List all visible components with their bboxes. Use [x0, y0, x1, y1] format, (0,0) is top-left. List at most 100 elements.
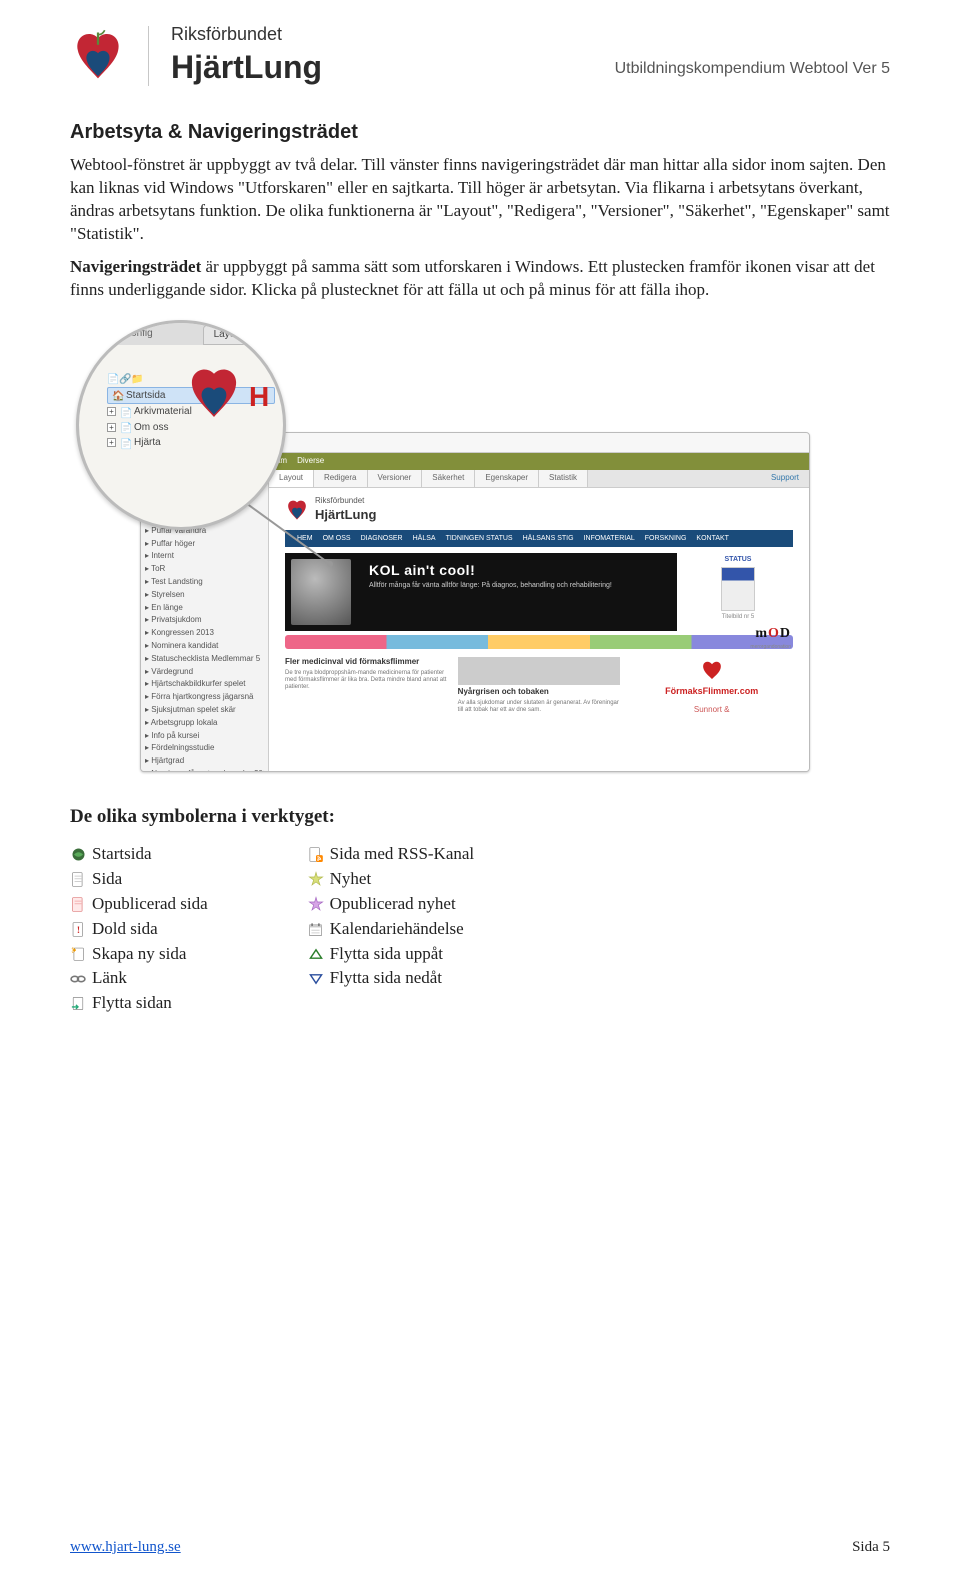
tab-versioner[interactable]: Versioner: [368, 470, 423, 487]
support-link[interactable]: Support: [761, 470, 809, 487]
rss-icon: [308, 846, 324, 862]
symbol-label: Opublicerad nyhet: [330, 893, 456, 916]
hero-subtitle: Alltför många får vänta alltför länge: P…: [369, 582, 665, 590]
toolbar-icon: 📄: [107, 373, 117, 383]
hero-main: KOL ain't cool! Alltför många får vänta …: [285, 553, 677, 631]
sidebar-row[interactable]: ▸ Fördelningsstudie: [145, 742, 264, 755]
symbol-list-right: Sida med RSS-KanalNyhetOpublicerad nyhet…: [308, 842, 475, 1017]
upp-icon: [308, 946, 324, 962]
section-heading-symboler: De olika symbolerna i verktyget:: [70, 804, 890, 830]
magazine-thumb: [721, 567, 755, 611]
symbol-item-dold_sida: ! Dold sida: [70, 917, 208, 942]
symbol-item-nyhet: Nyhet: [308, 867, 475, 892]
nav-item[interactable]: KONTAKT: [696, 534, 729, 543]
symbol-label: Skapa ny sida: [92, 943, 186, 966]
sidebar-row[interactable]: ▸ Värdegrund: [145, 666, 264, 679]
hjartlung-logo-icon: [70, 28, 126, 84]
nav-item[interactable]: DIAGNOSER: [361, 534, 403, 543]
home-icon: 🏠: [112, 390, 122, 400]
zoom-body-logo-icon: [184, 363, 244, 423]
symbol-item-ned: Flytta sida nedåt: [308, 966, 475, 991]
workspace-tabs: Layout Redigera Versioner Säkerhet Egens…: [269, 470, 809, 488]
symbol-item-upp: Flytta sida uppåt: [308, 942, 475, 967]
symbol-item-sida: Sida: [70, 867, 208, 892]
col-2: Nyårgrisen och tobaken Av alla sjukdomar…: [458, 657, 621, 716]
sidebar-row[interactable]: ▸ Privatsjukdom: [145, 614, 264, 627]
symbol-item-rss: Sida med RSS-Kanal: [308, 842, 475, 867]
symbol-list-left: StartsidaSidaOpublicerad sida! Dold sidaS…: [70, 842, 208, 1017]
expand-icon[interactable]: +: [107, 438, 116, 447]
sidebar-row[interactable]: ▸ Arbetsgrupp lokala: [145, 717, 264, 730]
nav-lead: Navigeringsträdet: [70, 257, 201, 276]
symbol-label: Startsida: [92, 843, 152, 866]
col2-image: [458, 657, 621, 685]
sidebar-row[interactable]: ▸ Kongressen 2013: [145, 627, 264, 640]
footer-page-number: Sida 5: [852, 1537, 890, 1557]
col-1: Fler medicinval vid förmaksflimmer De tr…: [285, 657, 448, 716]
zoom-truncated-H: H: [249, 378, 269, 416]
sidebar-row[interactable]: ▸ Sjuksjutman spelet skär: [145, 704, 264, 717]
opub_nyhet-icon: [308, 896, 324, 912]
tab-sakerhet[interactable]: Säkerhet: [422, 470, 475, 487]
section-heading-arbetsyta: Arbetsyta & Navigeringsträdet: [70, 119, 890, 146]
skapa-icon: [70, 946, 86, 962]
sidebar-row[interactable]: ▸ Test Landsting: [145, 576, 264, 589]
symbol-item-startsida: Startsida: [70, 842, 208, 867]
zoom-tab-layout: Layout Re: [203, 325, 273, 345]
page-footer: www.hjart-lung.se Sida 5: [70, 1537, 890, 1557]
menu-item[interactable]: Diverse: [297, 456, 324, 467]
hero-title: KOL ain't cool!: [369, 561, 665, 580]
svg-text:!: !: [76, 924, 79, 935]
document-title: Utbildningskompendium Webtool Ver 5: [615, 58, 890, 80]
expand-icon[interactable]: +: [107, 407, 116, 416]
sidebar-row[interactable]: ▸ Info på kursei: [145, 730, 264, 743]
sidebar-row[interactable]: ▸ Styrelsen: [145, 589, 264, 602]
ned-icon: [308, 971, 324, 987]
symbol-item-kalender: Kalendariehändelse: [308, 917, 475, 942]
tab-egenskaper[interactable]: Egenskaper: [475, 470, 539, 487]
nav-item[interactable]: INFOMATERIAL: [584, 534, 635, 543]
symbol-label: Kalendariehändelse: [330, 918, 464, 941]
sidebar-row[interactable]: ▸ En länge: [145, 602, 264, 615]
symbol-label: Nyhet: [330, 868, 372, 891]
sidebar-row[interactable]: ▸ Hjärtschakbildkurfer spelet: [145, 678, 264, 691]
nav-item[interactable]: FORSKNING: [645, 534, 687, 543]
sidebar-row[interactable]: ▸ Nominera kandidat: [145, 640, 264, 653]
sidebar-row[interactable]: ▸ Hjärtgrad: [145, 755, 264, 768]
paragraph-arbetsyta: Webtool-fönstret är uppbyggt av två dela…: [70, 154, 890, 246]
content-brand: Riksförbundet HjärtLung: [285, 496, 793, 524]
symbol-item-flytta: Flytta sidan: [70, 991, 208, 1016]
browser-workspace: Layout Redigera Versioner Säkerhet Egens…: [269, 470, 809, 772]
nav-item[interactable]: TIDNINGEN STATUS: [446, 534, 513, 543]
symbol-label: Opublicerad sida: [92, 893, 208, 916]
flytta-icon: [70, 996, 86, 1012]
zoom-top-konfig: Konfig: [124, 328, 152, 339]
page-header: Riksförbundet HjärtLung Utbildningskompe…: [70, 22, 890, 89]
sidebar-row[interactable]: ▸ Förra hjartkongress jägarsnä: [145, 691, 264, 704]
nav-item[interactable]: HÄLSA: [413, 534, 436, 543]
symbol-label: Sida: [92, 868, 122, 891]
tree-item[interactable]: +📄Hjärta: [107, 435, 275, 451]
opub_sida-icon: [70, 896, 86, 912]
dold_sida-icon: !: [70, 921, 86, 937]
symbol-item-opub_sida: Opublicerad sida: [70, 892, 208, 917]
zoom-circle: Arkiv Konfig Layout Re H 📄 🔗 📁 🏠 Startsi…: [76, 320, 286, 530]
footer-url[interactable]: www.hjart-lung.se: [70, 1537, 181, 1557]
figure-zoom-and-browser: Arkiv Konfig Layout Re H 📄 🔗 📁 🏠 Startsi…: [70, 312, 890, 782]
tree-label: Startsida: [126, 389, 165, 403]
expand-icon[interactable]: +: [107, 423, 116, 432]
symbol-label: Dold sida: [92, 918, 158, 941]
kalender-icon: [308, 921, 324, 937]
mod-logo: mOD: [685, 625, 791, 644]
tab-statistik[interactable]: Statistik: [539, 470, 588, 487]
symbol-item-skapa: Skapa ny sida: [70, 942, 208, 967]
startsida-icon: [70, 846, 86, 862]
sidebar-row[interactable]: ▸ Statuschecklista Medlemmar 5: [145, 653, 264, 666]
brand-small: Riksförbundet: [171, 22, 322, 46]
zoom-top-arkiv: Arkiv: [91, 328, 113, 339]
symbol-label: Sida med RSS-Kanal: [330, 843, 475, 866]
sida-icon: [70, 871, 86, 887]
sidebar-row[interactable]: ▸ Nominera fångst-verksamha 2013: [145, 768, 264, 772]
nav-item[interactable]: HÄLSANS STIG: [523, 534, 574, 543]
symbol-label: Flytta sida nedåt: [330, 967, 442, 990]
